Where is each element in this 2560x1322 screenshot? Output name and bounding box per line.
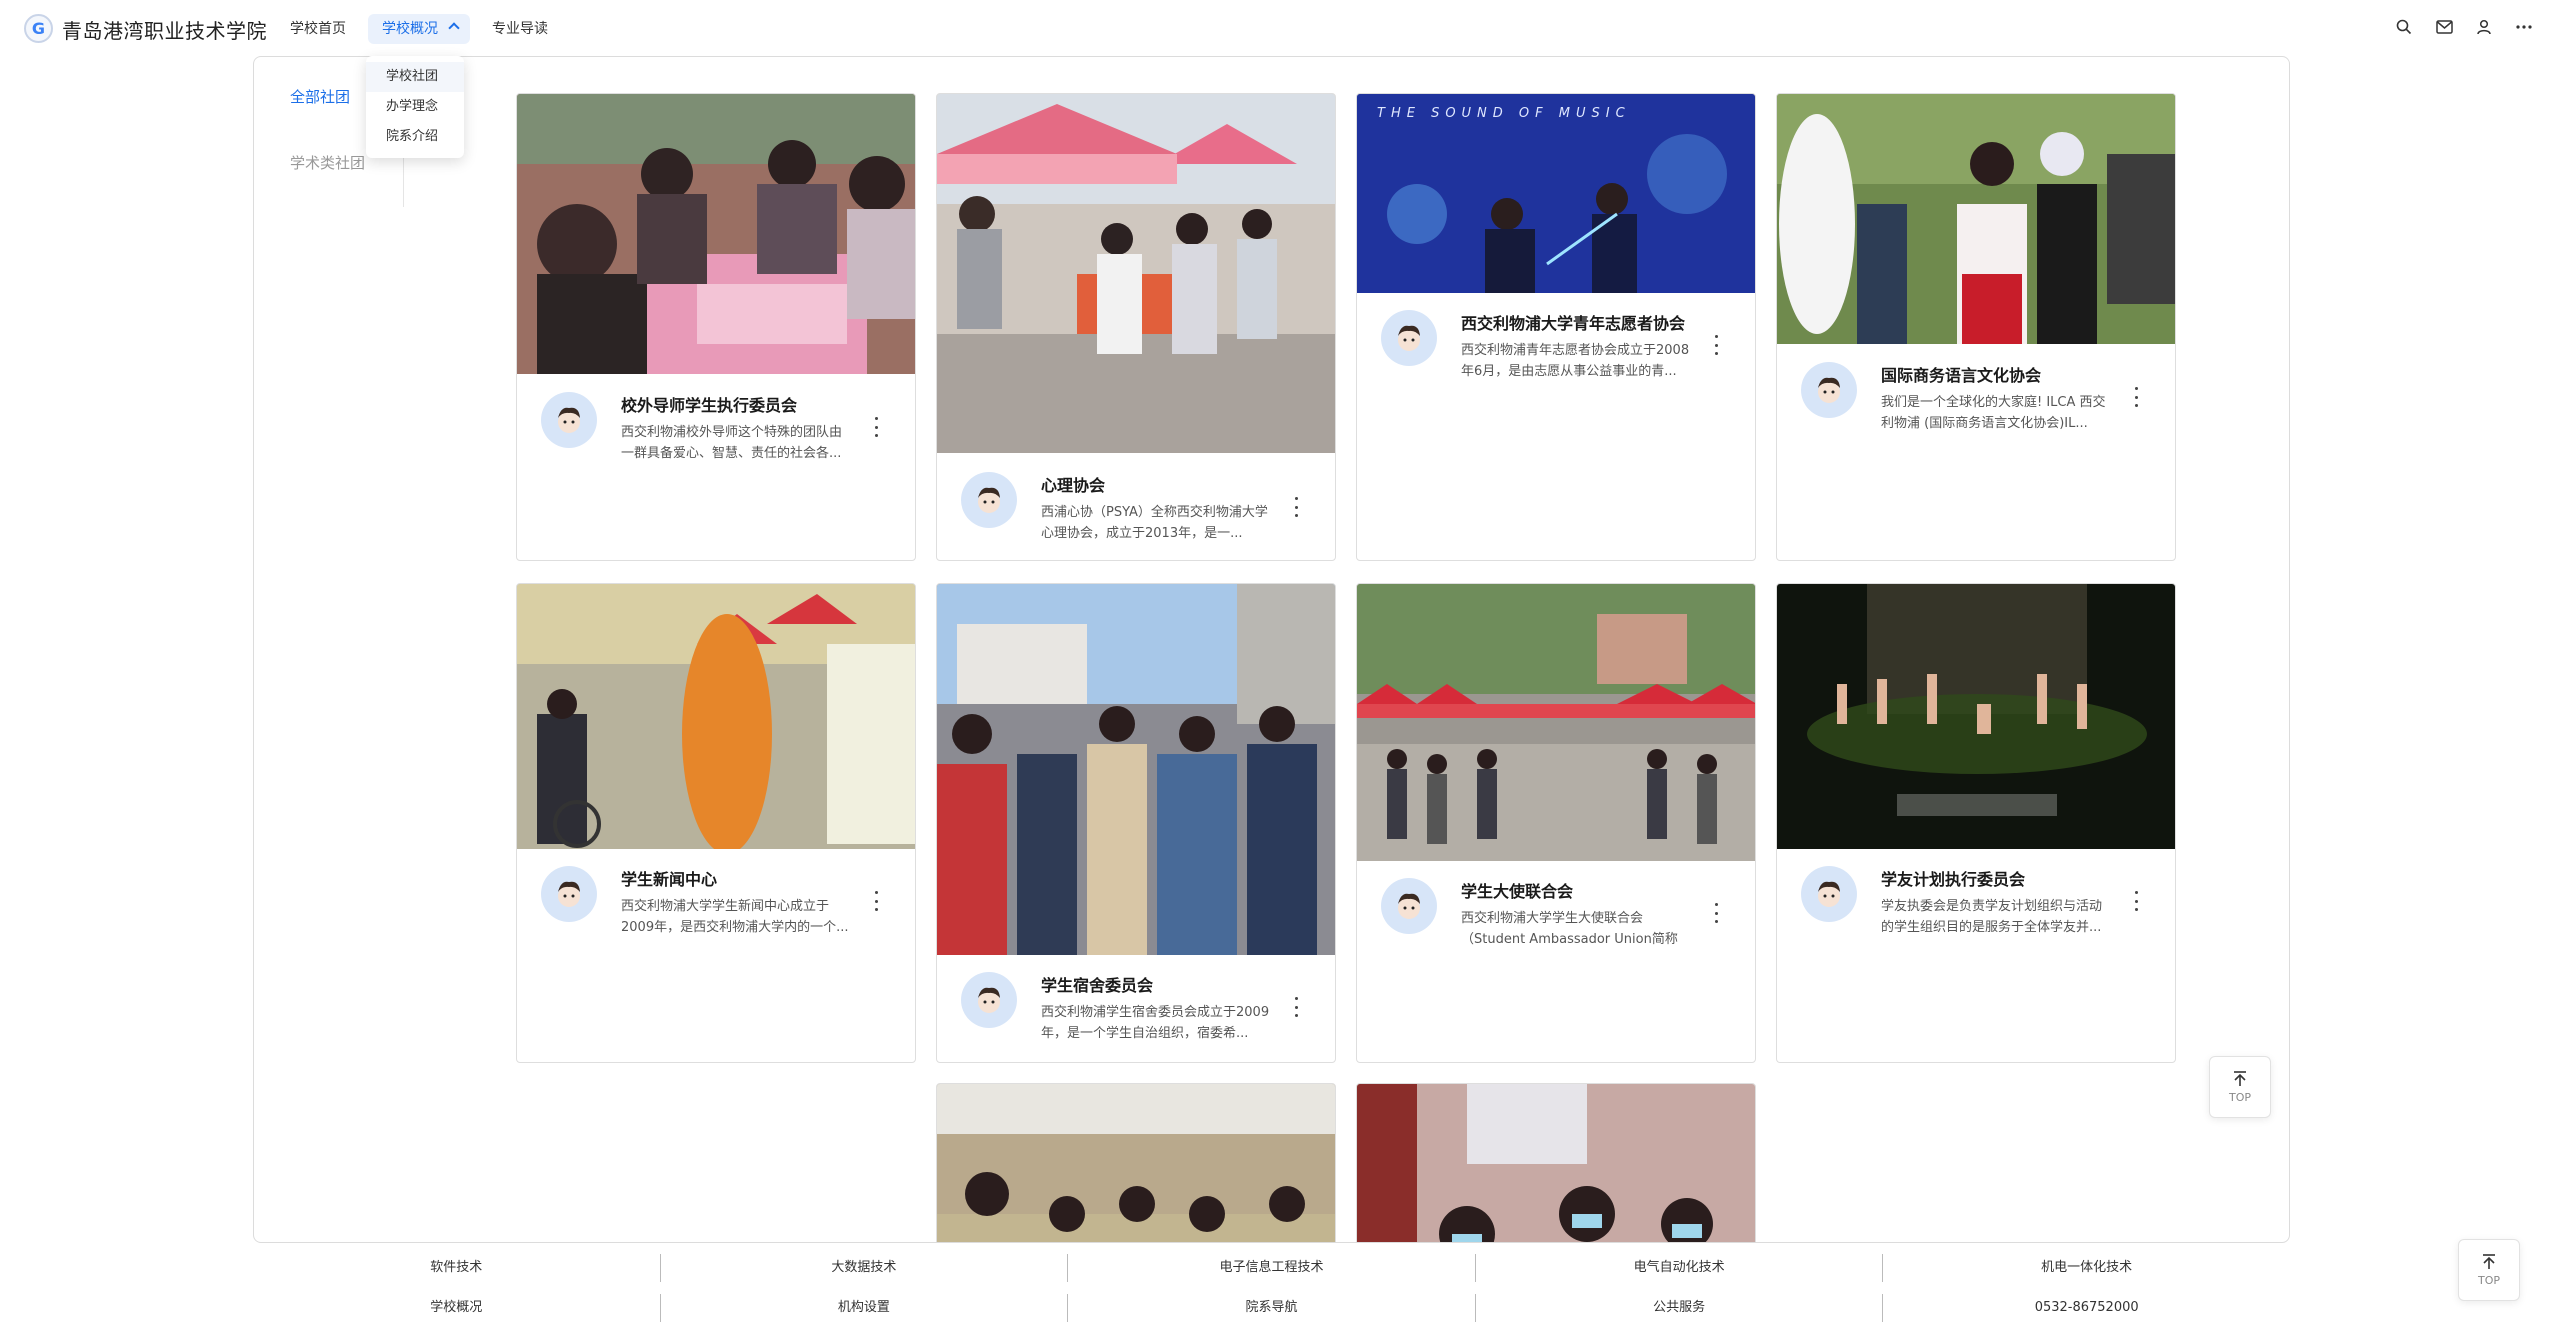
back-to-top-button[interactable]: TOP <box>2209 1056 2271 1118</box>
chevron-up-icon <box>448 22 460 34</box>
dropdown-item-philosophy[interactable]: 办学理念 <box>366 92 464 122</box>
avatar <box>1381 878 1437 934</box>
arrow-up-icon <box>2483 1254 2495 1269</box>
club-description: 西浦心协（PSYA）全称西交利物浦大学心理协会，成立于2013年，是一... <box>1041 505 1268 541</box>
main-nav: 学校首页 学校概况 专业导读 <box>276 14 570 44</box>
club-description: 西交利物浦大学学生新闻中心成立于2009年，是西交利物浦大学内的一个... <box>621 899 849 935</box>
footer-link[interactable]: 电气自动化技术 <box>1476 1254 1884 1282</box>
club-title: 学生大使联合会 <box>1461 882 1574 901</box>
club-title: 国际商务语言文化协会 <box>1881 366 2042 385</box>
club-title: 学生新闻中心 <box>621 870 718 889</box>
club-description: 西交利物浦校外导师这个特殊的团队由一群具备爱心、智慧、责任的社会各... <box>621 425 843 461</box>
mail-icon[interactable] <box>2434 17 2454 37</box>
club-card[interactable]: 学友计划执行委员会 学友执委会是负责学友计划组织与活动的学生组织目的是服务于全体… <box>1776 583 2176 1063</box>
school-logo-icon[interactable]: G <box>24 14 53 43</box>
club-card[interactable] <box>1356 1083 1756 1242</box>
club-title: 西交利物浦大学青年志愿者协会 <box>1461 314 1686 333</box>
club-card[interactable]: THE SOUND OF MUSIC 西交利物浦大学青年志愿者协会 西交利物浦青… <box>1356 93 1756 561</box>
footer-link[interactable]: 机构设置 <box>661 1294 1069 1322</box>
footer-link[interactable]: 软件技术 <box>253 1254 661 1282</box>
club-photo <box>517 584 915 849</box>
nav-item-overview[interactable]: 学校概况 <box>368 14 470 44</box>
club-photo <box>1777 94 2175 344</box>
footer-majors-row: 软件技术 大数据技术 电子信息工程技术 电气自动化技术 机电一体化技术 <box>253 1254 2290 1282</box>
club-photo <box>937 1084 1335 1242</box>
school-name[interactable]: 青岛港湾职业技术学院 <box>62 15 267 44</box>
more-icon[interactable] <box>2514 17 2534 37</box>
avatar <box>1801 362 1857 418</box>
avatar <box>961 472 1017 528</box>
club-description: 西交利物浦大学学生大使联合会（Student Ambassador Union简… <box>1461 911 1678 947</box>
footer-link[interactable]: 学校概况 <box>253 1294 661 1322</box>
club-card[interactable]: 学生大使联合会 西交利物浦大学学生大使联合会（Student Ambassado… <box>1356 583 1756 1063</box>
footer-link[interactable]: 公共服务 <box>1476 1294 1884 1322</box>
club-card[interactable] <box>936 1083 1336 1242</box>
dropdown-item-departments[interactable]: 院系介绍 <box>366 122 464 152</box>
avatar <box>541 392 597 448</box>
club-description: 学友执委会是负责学友计划组织与活动的学生组织目的是服务于全体学友并... <box>1881 899 2103 935</box>
more-options-icon[interactable] <box>2133 387 2139 407</box>
arrow-up-icon <box>2234 1071 2246 1086</box>
footer: 软件技术 大数据技术 电子信息工程技术 电气自动化技术 机电一体化技术 学校概况… <box>253 1250 2290 1322</box>
clubs-panel: 全部社团 学术类社团 校外导师学生执行委员会 西交利物浦校外导师这个特殊的团队由… <box>253 56 2290 1243</box>
club-card[interactable]: 心理协会 西浦心协（PSYA）全称西交利物浦大学心理协会，成立于2013年，是一… <box>936 93 1336 561</box>
club-card[interactable]: 学生新闻中心 西交利物浦大学学生新闻中心成立于2009年，是西交利物浦大学内的一… <box>516 583 916 1063</box>
avatar <box>541 866 597 922</box>
club-photo <box>937 584 1335 955</box>
avatar <box>961 972 1017 1028</box>
header-actions <box>2394 17 2534 37</box>
club-photo <box>1357 1084 1755 1242</box>
club-description: 西交利物浦青年志愿者协会成立于2008年6月，是由志愿从事公益事业的青... <box>1461 343 1690 379</box>
more-options-icon[interactable] <box>2133 891 2139 911</box>
user-icon[interactable] <box>2474 17 2494 37</box>
club-photo <box>1357 94 1755 293</box>
avatar <box>1801 866 1857 922</box>
footer-link[interactable]: 电子信息工程技术 <box>1068 1254 1476 1282</box>
more-options-icon[interactable] <box>1293 497 1299 517</box>
club-photo <box>1357 584 1755 861</box>
club-photo <box>937 94 1335 453</box>
more-options-icon[interactable] <box>873 891 879 911</box>
more-options-icon[interactable] <box>1713 903 1719 923</box>
club-title: 心理协会 <box>1041 476 1106 495</box>
club-description: 我们是一个全球化的大家庭! ILCA 西交利物浦 (国际商务语言文化协会)IL.… <box>1881 395 2106 431</box>
footer-phone: 0532-86752000 <box>2034 1300 2139 1315</box>
footer-link[interactable]: 大数据技术 <box>661 1254 1069 1282</box>
footer-link[interactable]: 院系导航 <box>1068 1294 1476 1322</box>
club-card[interactable]: 学生宿舍委员会 西交利物浦学生宿舍委员会成立于2009年，是一个学生自治组织，宿… <box>936 583 1336 1063</box>
more-options-icon[interactable] <box>1293 997 1299 1017</box>
back-to-top-button-fixed[interactable]: TOP <box>2458 1239 2520 1301</box>
overview-dropdown-menu: 学校社团 办学理念 院系介绍 <box>366 56 464 158</box>
club-description: 西交利物浦学生宿舍委员会成立于2009年，是一个学生自治组织，宿委希... <box>1041 1005 1270 1041</box>
club-photo <box>517 94 915 374</box>
more-options-icon[interactable] <box>873 417 879 437</box>
nav-item-majors[interactable]: 专业导读 <box>478 14 562 44</box>
club-card[interactable]: 国际商务语言文化协会 我们是一个全球化的大家庭! ILCA 西交利物浦 (国际商… <box>1776 93 2176 561</box>
photo-overlay-text: THE SOUND OF MUSIC <box>1377 106 1631 121</box>
top-header: G 青岛港湾职业技术学院 学校首页 学校概况 专业导读 <box>0 0 2560 56</box>
club-title: 校外导师学生执行委员会 <box>621 396 798 415</box>
more-options-icon[interactable] <box>1713 335 1719 355</box>
club-card[interactable]: 校外导师学生执行委员会 西交利物浦校外导师这个特殊的团队由一群具备爱心、智慧、责… <box>516 93 916 561</box>
nav-item-home[interactable]: 学校首页 <box>276 14 360 44</box>
club-photo <box>1777 584 2175 849</box>
club-title: 学生宿舍委员会 <box>1041 976 1154 995</box>
search-icon[interactable] <box>2394 17 2414 37</box>
footer-info-row: 学校概况 机构设置 院系导航 公共服务 0532-86752000 <box>253 1294 2290 1322</box>
footer-link[interactable]: 机电一体化技术 <box>1883 1254 2290 1282</box>
club-title: 学友计划执行委员会 <box>1881 870 2026 889</box>
avatar <box>1381 310 1437 366</box>
dropdown-item-clubs[interactable]: 学校社团 <box>366 62 464 92</box>
